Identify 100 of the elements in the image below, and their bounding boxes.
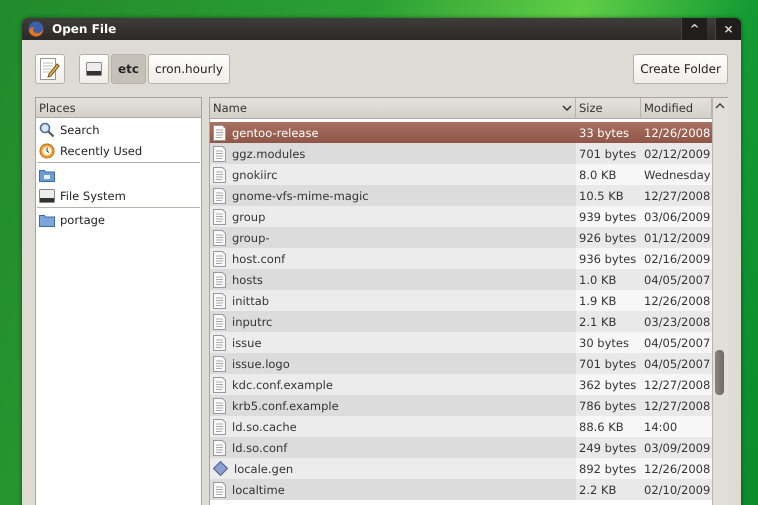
modified-cell: Wednesday	[641, 164, 714, 185]
size-cell: 1.0 KB	[576, 269, 641, 290]
document-icon	[213, 146, 226, 162]
name-cell: kdc.conf.example	[210, 374, 576, 395]
modified-cell: 12/27/2008	[641, 374, 714, 395]
file-row[interactable]: ld.so.cache 88.6 KB 14:00	[210, 416, 712, 437]
path-button[interactable]: cron.hourly	[148, 54, 230, 84]
name-cell: hosts	[210, 269, 576, 290]
modified-cell: 12/27/2008	[641, 395, 714, 416]
folder-icon	[39, 168, 55, 182]
name-cell: issue.logo	[210, 353, 576, 374]
document-icon	[213, 208, 226, 224]
name-cell: inputrc	[210, 311, 576, 332]
modified-cell: 04/05/2007	[641, 269, 714, 290]
name-cell: locale.gen	[210, 458, 576, 479]
size-cell: 1.9 KB	[576, 290, 641, 311]
size-cell: 701 bytes	[576, 143, 641, 164]
modified-cell: 03/23/2008	[641, 311, 714, 332]
document-icon	[213, 124, 226, 140]
size-cell: 701 bytes	[576, 353, 641, 374]
document-icon	[213, 398, 226, 414]
drive-icon	[39, 188, 55, 202]
scroll-thumb[interactable]	[715, 350, 724, 395]
place-item[interactable]: Search	[37, 119, 200, 140]
modified-cell: 12/26/2008	[641, 290, 714, 311]
size-cell: 362 bytes	[576, 374, 641, 395]
scrollbar[interactable]	[712, 98, 728, 505]
modified-cell: 03/09/2009	[641, 437, 714, 458]
document-icon	[213, 230, 226, 246]
name-cell: gnome-vfs-mime-magic	[210, 185, 576, 206]
file-row[interactable]: hosts 1.0 KB 04/05/2007	[210, 269, 712, 290]
pencil-icon	[40, 58, 60, 80]
file-row[interactable]: krb5.conf.example 786 bytes 12/27/2008	[210, 395, 712, 416]
file-row[interactable]: kdc.conf.example 362 bytes 12/27/2008	[210, 374, 712, 395]
scroll-up-icon	[715, 103, 725, 109]
modified-cell: 14:00	[641, 416, 712, 437]
size-cell: 10.5 KB	[576, 185, 641, 206]
file-row[interactable]: gentoo-release 33 bytes 12/26/2008	[210, 122, 712, 143]
modified-cell: 02/10/2009	[641, 479, 714, 500]
name-cell: group	[210, 206, 576, 227]
name-cell: issue	[210, 332, 576, 353]
sort-caret-icon	[562, 105, 572, 111]
modified-cell: 04/05/2007	[641, 353, 714, 374]
file-row[interactable]: gnome-vfs-mime-magic 10.5 KB 12/27/2008	[210, 185, 712, 206]
file-row[interactable]: inputrc 2.1 KB 03/23/2008	[210, 311, 712, 332]
file-row[interactable]: locale.gen 892 bytes 12/26/2008	[210, 458, 712, 479]
file-row[interactable]: localtime 2.2 KB 02/10/2009	[210, 479, 712, 500]
file-row[interactable]: host.conf 936 bytes 02/16/2009	[210, 248, 712, 269]
place-item[interactable]: File System	[37, 185, 200, 206]
document-icon	[213, 250, 226, 266]
name-cell: group-	[210, 227, 576, 248]
size-cell: 88.6 KB	[576, 416, 641, 437]
document-icon	[213, 356, 226, 372]
file-row[interactable]: inittab 1.9 KB 12/26/2008	[210, 290, 712, 311]
size-cell: 892 bytes	[576, 458, 641, 479]
file-row[interactable]: issue.logo 701 bytes 04/05/2007	[210, 353, 712, 374]
modified-cell: 12/27/2008	[641, 185, 714, 206]
document-icon	[213, 418, 226, 434]
name-cell: gentoo-release	[210, 122, 576, 143]
document-icon	[213, 166, 226, 182]
file-row[interactable]: gnokiirc 8.0 KB Wednesday	[210, 164, 712, 185]
name-cell: gnokiirc	[210, 164, 576, 185]
document-icon	[213, 292, 226, 308]
maximize-button[interactable]: ^	[681, 18, 707, 40]
path-button[interactable]	[79, 54, 109, 84]
document-icon	[213, 440, 226, 456]
place-item[interactable]: portage	[37, 209, 200, 230]
size-cell: 33 bytes	[576, 122, 641, 143]
window-title: Open File	[52, 22, 118, 36]
file-row[interactable]: group 939 bytes 03/06/2009	[210, 206, 712, 227]
name-cell: krb5.conf.example	[210, 395, 576, 416]
file-row[interactable]: ggz.modules 701 bytes 02/12/2009	[210, 143, 712, 164]
path-button[interactable]: etc	[111, 54, 146, 84]
name-cell: ld.so.cache	[210, 416, 576, 437]
size-cell: 249 bytes	[576, 437, 641, 458]
file-row[interactable]: ld.so.conf 249 bytes 03/09/2009	[210, 437, 712, 458]
create-folder-button[interactable]: Create Folder	[633, 54, 728, 84]
document-icon	[213, 188, 226, 204]
document-icon	[213, 376, 226, 392]
modified-cell: 03/06/2009	[641, 206, 714, 227]
modified-cell: 02/12/2009	[641, 143, 714, 164]
file-row[interactable]: group- 926 bytes 01/12/2009	[210, 227, 712, 248]
location-toggle-button[interactable]	[35, 54, 65, 84]
document-icon	[213, 314, 226, 330]
place-item[interactable]: Recently Used	[37, 140, 200, 161]
modified-cell: 12/26/2008	[641, 122, 714, 143]
close-button[interactable]: ×	[715, 18, 741, 40]
modified-cell: 02/16/2009	[641, 248, 714, 269]
size-cell: 926 bytes	[576, 227, 641, 248]
column-header[interactable]: Size	[576, 98, 641, 118]
globe-icon	[28, 21, 44, 37]
column-header[interactable]: Name	[210, 98, 576, 118]
name-cell: inittab	[210, 290, 576, 311]
modified-cell: 01/12/2009	[641, 227, 714, 248]
places-header: Places	[36, 98, 201, 118]
drive-icon	[86, 62, 102, 76]
diamond-icon	[213, 461, 228, 476]
file-row[interactable]: issue 30 bytes 04/05/2007	[210, 332, 712, 353]
clock-icon	[39, 142, 55, 158]
size-cell: 30 bytes	[576, 332, 641, 353]
